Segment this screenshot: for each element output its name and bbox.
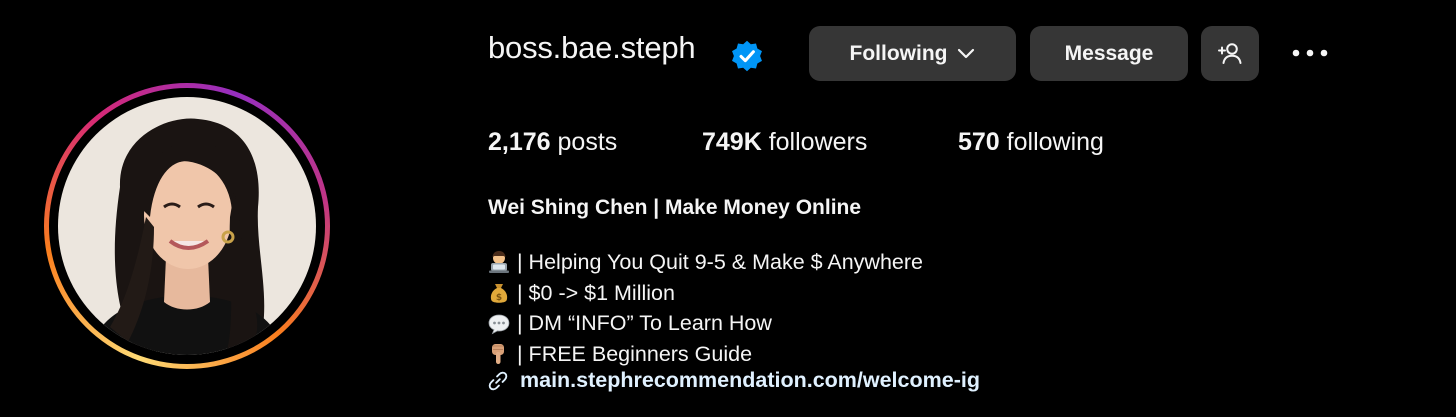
verified-badge-icon	[730, 39, 764, 73]
followers-count: 749K	[702, 128, 762, 156]
bio-text: | $0 -> $1 Million	[517, 280, 675, 305]
message-button[interactable]: Message	[1030, 26, 1188, 81]
profile-avatar-ring[interactable]	[44, 83, 330, 369]
speech-bubble-emoji-icon	[486, 312, 512, 336]
message-button-label: Message	[1064, 41, 1154, 65]
technologist-emoji-icon	[486, 250, 512, 274]
following-count: 570	[958, 128, 1000, 156]
money-bag-emoji-icon: $	[486, 281, 512, 305]
profile-link-text[interactable]: main.stephrecommendation.com/welcome-ig	[520, 368, 980, 393]
add-user-icon	[1216, 42, 1244, 66]
following-stat[interactable]: 570 following	[958, 128, 1104, 157]
bio-line: | Helping You Quit 9-5 & Make $ Anywhere	[486, 247, 923, 278]
chevron-down-icon	[957, 48, 975, 60]
posts-label: posts	[550, 128, 618, 156]
following-button[interactable]: Following	[809, 26, 1016, 81]
avatar-photo	[58, 97, 316, 355]
profile-full-name: Wei Shing Chen | Make Money Online	[488, 196, 862, 219]
link-icon	[486, 369, 510, 393]
bio-line: | FREE Beginners Guide	[486, 339, 923, 370]
followers-stat[interactable]: 749K followers	[702, 128, 867, 157]
posts-stat: 2,176 posts	[488, 128, 617, 157]
posts-count: 2,176	[488, 128, 551, 156]
bio-text: | Helping You Quit 9-5 & Make $ Anywhere	[517, 250, 923, 274]
pointing-down-emoji-icon	[486, 342, 512, 366]
suggested-accounts-button[interactable]	[1201, 26, 1259, 81]
profile-link[interactable]: main.stephrecommendation.com/welcome-ig	[486, 368, 980, 393]
bio-line: $ | $0 -> $1 Million	[486, 278, 923, 309]
bio-text: | DM “INFO” To Learn How	[517, 311, 772, 336]
following-label: following	[999, 128, 1104, 156]
profile-username: boss.bae.steph	[488, 30, 696, 65]
bio-line: | DM “INFO” To Learn How	[486, 308, 923, 339]
following-button-label: Following	[849, 41, 948, 65]
svg-text:$: $	[496, 293, 502, 303]
avatar[interactable]	[58, 97, 316, 355]
more-options-icon	[1292, 49, 1328, 57]
more-options-button[interactable]	[1286, 33, 1334, 73]
followers-label: followers	[761, 128, 868, 156]
bio-text: | FREE Beginners Guide	[517, 342, 753, 367]
profile-bio: | Helping You Quit 9-5 & Make $ Anywhere…	[486, 247, 923, 370]
